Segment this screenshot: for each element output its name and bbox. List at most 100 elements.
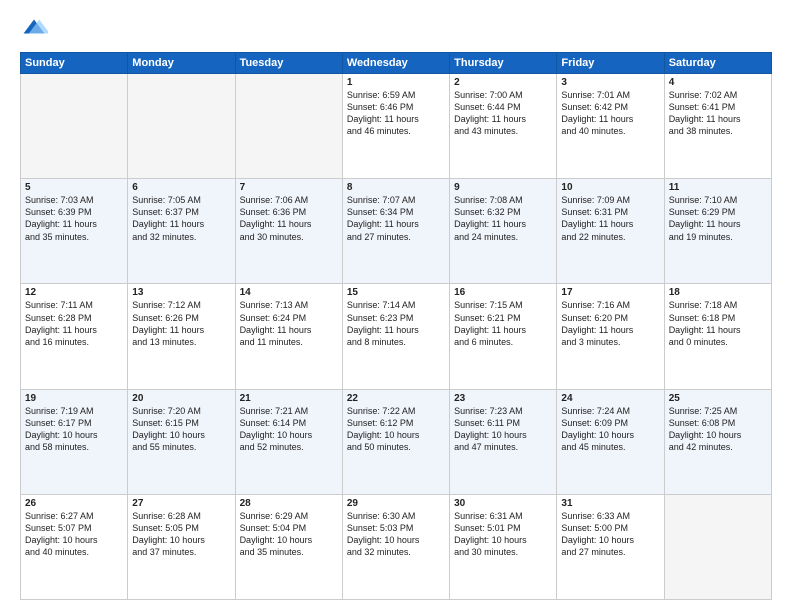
day-info: Sunrise: 7:16 AM Sunset: 6:20 PM Dayligh… bbox=[561, 299, 659, 348]
day-number: 30 bbox=[454, 498, 552, 509]
day-number: 11 bbox=[669, 182, 767, 193]
day-number: 14 bbox=[240, 287, 338, 298]
day-number: 15 bbox=[347, 287, 445, 298]
day-number: 18 bbox=[669, 287, 767, 298]
calendar-cell: 4Sunrise: 7:02 AM Sunset: 6:41 PM Daylig… bbox=[664, 74, 771, 179]
calendar-cell: 29Sunrise: 6:30 AM Sunset: 5:03 PM Dayli… bbox=[342, 494, 449, 599]
calendar-cell bbox=[664, 494, 771, 599]
day-number: 1 bbox=[347, 77, 445, 88]
day-info: Sunrise: 7:19 AM Sunset: 6:17 PM Dayligh… bbox=[25, 405, 123, 454]
calendar-cell: 12Sunrise: 7:11 AM Sunset: 6:28 PM Dayli… bbox=[21, 284, 128, 389]
day-info: Sunrise: 7:08 AM Sunset: 6:32 PM Dayligh… bbox=[454, 194, 552, 243]
calendar-cell: 23Sunrise: 7:23 AM Sunset: 6:11 PM Dayli… bbox=[450, 389, 557, 494]
day-info: Sunrise: 7:14 AM Sunset: 6:23 PM Dayligh… bbox=[347, 299, 445, 348]
calendar-table: SundayMondayTuesdayWednesdayThursdayFrid… bbox=[20, 52, 772, 600]
calendar-cell: 13Sunrise: 7:12 AM Sunset: 6:26 PM Dayli… bbox=[128, 284, 235, 389]
day-number: 23 bbox=[454, 393, 552, 404]
day-number: 5 bbox=[25, 182, 123, 193]
day-info: Sunrise: 6:31 AM Sunset: 5:01 PM Dayligh… bbox=[454, 510, 552, 559]
header bbox=[20, 16, 772, 44]
calendar-cell: 9Sunrise: 7:08 AM Sunset: 6:32 PM Daylig… bbox=[450, 179, 557, 284]
day-number: 13 bbox=[132, 287, 230, 298]
calendar-cell: 16Sunrise: 7:15 AM Sunset: 6:21 PM Dayli… bbox=[450, 284, 557, 389]
day-number: 16 bbox=[454, 287, 552, 298]
day-info: Sunrise: 7:15 AM Sunset: 6:21 PM Dayligh… bbox=[454, 299, 552, 348]
calendar-cell: 2Sunrise: 7:00 AM Sunset: 6:44 PM Daylig… bbox=[450, 74, 557, 179]
day-number: 10 bbox=[561, 182, 659, 193]
day-info: Sunrise: 7:02 AM Sunset: 6:41 PM Dayligh… bbox=[669, 89, 767, 138]
day-number: 17 bbox=[561, 287, 659, 298]
day-number: 21 bbox=[240, 393, 338, 404]
weekday-header-row: SundayMondayTuesdayWednesdayThursdayFrid… bbox=[21, 53, 772, 74]
calendar-cell: 3Sunrise: 7:01 AM Sunset: 6:42 PM Daylig… bbox=[557, 74, 664, 179]
day-info: Sunrise: 7:00 AM Sunset: 6:44 PM Dayligh… bbox=[454, 89, 552, 138]
calendar-cell: 18Sunrise: 7:18 AM Sunset: 6:18 PM Dayli… bbox=[664, 284, 771, 389]
day-number: 26 bbox=[25, 498, 123, 509]
day-info: Sunrise: 7:06 AM Sunset: 6:36 PM Dayligh… bbox=[240, 194, 338, 243]
calendar-week-4: 19Sunrise: 7:19 AM Sunset: 6:17 PM Dayli… bbox=[21, 389, 772, 494]
logo-icon bbox=[20, 16, 48, 44]
day-number: 22 bbox=[347, 393, 445, 404]
calendar-cell: 19Sunrise: 7:19 AM Sunset: 6:17 PM Dayli… bbox=[21, 389, 128, 494]
day-info: Sunrise: 7:10 AM Sunset: 6:29 PM Dayligh… bbox=[669, 194, 767, 243]
day-info: Sunrise: 6:30 AM Sunset: 5:03 PM Dayligh… bbox=[347, 510, 445, 559]
day-info: Sunrise: 7:09 AM Sunset: 6:31 PM Dayligh… bbox=[561, 194, 659, 243]
calendar-cell: 28Sunrise: 6:29 AM Sunset: 5:04 PM Dayli… bbox=[235, 494, 342, 599]
day-number: 24 bbox=[561, 393, 659, 404]
calendar-week-1: 1Sunrise: 6:59 AM Sunset: 6:46 PM Daylig… bbox=[21, 74, 772, 179]
day-number: 4 bbox=[669, 77, 767, 88]
day-number: 31 bbox=[561, 498, 659, 509]
day-info: Sunrise: 7:21 AM Sunset: 6:14 PM Dayligh… bbox=[240, 405, 338, 454]
day-info: Sunrise: 7:20 AM Sunset: 6:15 PM Dayligh… bbox=[132, 405, 230, 454]
day-number: 27 bbox=[132, 498, 230, 509]
day-number: 20 bbox=[132, 393, 230, 404]
day-number: 8 bbox=[347, 182, 445, 193]
day-number: 28 bbox=[240, 498, 338, 509]
logo bbox=[20, 16, 52, 44]
calendar-cell: 31Sunrise: 6:33 AM Sunset: 5:00 PM Dayli… bbox=[557, 494, 664, 599]
day-info: Sunrise: 6:27 AM Sunset: 5:07 PM Dayligh… bbox=[25, 510, 123, 559]
weekday-header-saturday: Saturday bbox=[664, 53, 771, 74]
day-number: 12 bbox=[25, 287, 123, 298]
day-number: 2 bbox=[454, 77, 552, 88]
weekday-header-sunday: Sunday bbox=[21, 53, 128, 74]
day-info: Sunrise: 7:24 AM Sunset: 6:09 PM Dayligh… bbox=[561, 405, 659, 454]
calendar-cell: 26Sunrise: 6:27 AM Sunset: 5:07 PM Dayli… bbox=[21, 494, 128, 599]
day-info: Sunrise: 6:33 AM Sunset: 5:00 PM Dayligh… bbox=[561, 510, 659, 559]
day-number: 29 bbox=[347, 498, 445, 509]
weekday-header-wednesday: Wednesday bbox=[342, 53, 449, 74]
calendar-cell: 11Sunrise: 7:10 AM Sunset: 6:29 PM Dayli… bbox=[664, 179, 771, 284]
day-number: 7 bbox=[240, 182, 338, 193]
day-number: 19 bbox=[25, 393, 123, 404]
calendar-cell: 17Sunrise: 7:16 AM Sunset: 6:20 PM Dayli… bbox=[557, 284, 664, 389]
day-info: Sunrise: 6:29 AM Sunset: 5:04 PM Dayligh… bbox=[240, 510, 338, 559]
page: SundayMondayTuesdayWednesdayThursdayFrid… bbox=[0, 0, 792, 612]
day-info: Sunrise: 6:59 AM Sunset: 6:46 PM Dayligh… bbox=[347, 89, 445, 138]
calendar-week-2: 5Sunrise: 7:03 AM Sunset: 6:39 PM Daylig… bbox=[21, 179, 772, 284]
calendar-cell: 8Sunrise: 7:07 AM Sunset: 6:34 PM Daylig… bbox=[342, 179, 449, 284]
day-info: Sunrise: 7:18 AM Sunset: 6:18 PM Dayligh… bbox=[669, 299, 767, 348]
day-info: Sunrise: 7:07 AM Sunset: 6:34 PM Dayligh… bbox=[347, 194, 445, 243]
calendar-cell: 15Sunrise: 7:14 AM Sunset: 6:23 PM Dayli… bbox=[342, 284, 449, 389]
calendar-cell bbox=[235, 74, 342, 179]
calendar-cell: 14Sunrise: 7:13 AM Sunset: 6:24 PM Dayli… bbox=[235, 284, 342, 389]
calendar-cell: 27Sunrise: 6:28 AM Sunset: 5:05 PM Dayli… bbox=[128, 494, 235, 599]
calendar-cell: 25Sunrise: 7:25 AM Sunset: 6:08 PM Dayli… bbox=[664, 389, 771, 494]
calendar-cell: 24Sunrise: 7:24 AM Sunset: 6:09 PM Dayli… bbox=[557, 389, 664, 494]
calendar-cell: 5Sunrise: 7:03 AM Sunset: 6:39 PM Daylig… bbox=[21, 179, 128, 284]
calendar-week-3: 12Sunrise: 7:11 AM Sunset: 6:28 PM Dayli… bbox=[21, 284, 772, 389]
calendar-cell: 1Sunrise: 6:59 AM Sunset: 6:46 PM Daylig… bbox=[342, 74, 449, 179]
day-info: Sunrise: 7:25 AM Sunset: 6:08 PM Dayligh… bbox=[669, 405, 767, 454]
day-number: 3 bbox=[561, 77, 659, 88]
weekday-header-tuesday: Tuesday bbox=[235, 53, 342, 74]
day-info: Sunrise: 7:01 AM Sunset: 6:42 PM Dayligh… bbox=[561, 89, 659, 138]
calendar-cell: 7Sunrise: 7:06 AM Sunset: 6:36 PM Daylig… bbox=[235, 179, 342, 284]
day-info: Sunrise: 6:28 AM Sunset: 5:05 PM Dayligh… bbox=[132, 510, 230, 559]
calendar-cell: 21Sunrise: 7:21 AM Sunset: 6:14 PM Dayli… bbox=[235, 389, 342, 494]
day-info: Sunrise: 7:12 AM Sunset: 6:26 PM Dayligh… bbox=[132, 299, 230, 348]
calendar-cell: 30Sunrise: 6:31 AM Sunset: 5:01 PM Dayli… bbox=[450, 494, 557, 599]
day-number: 9 bbox=[454, 182, 552, 193]
day-info: Sunrise: 7:23 AM Sunset: 6:11 PM Dayligh… bbox=[454, 405, 552, 454]
calendar-week-5: 26Sunrise: 6:27 AM Sunset: 5:07 PM Dayli… bbox=[21, 494, 772, 599]
weekday-header-monday: Monday bbox=[128, 53, 235, 74]
